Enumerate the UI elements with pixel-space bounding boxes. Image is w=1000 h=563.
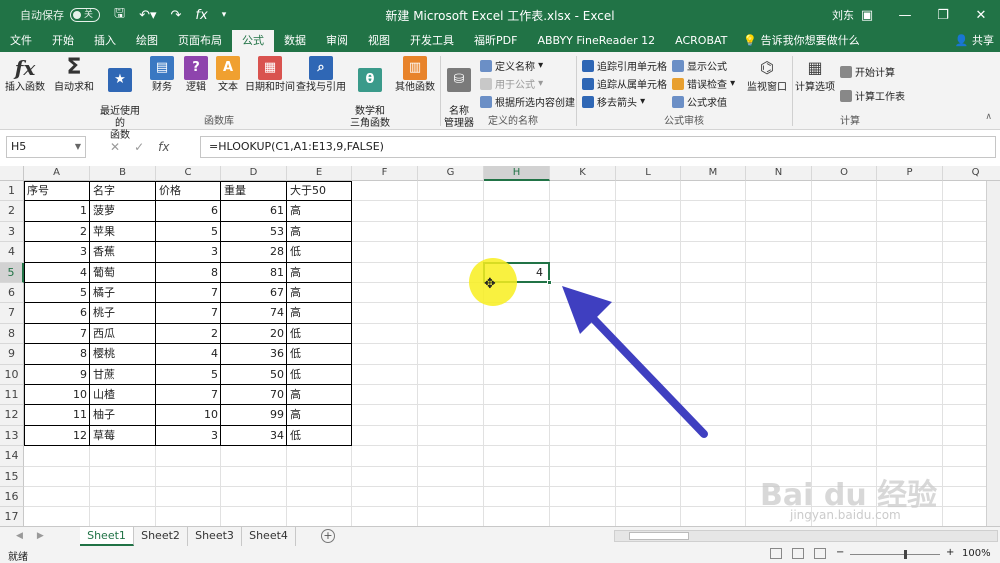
status-bar: 就绪 − + 100% — [0, 546, 1000, 563]
scroll-thumb[interactable] — [629, 532, 689, 540]
baidu-watermark-url: jingyan.baidu.com — [790, 508, 901, 522]
status-ready: 就绪 — [8, 552, 28, 563]
zoom-level[interactable]: 100% — [962, 548, 991, 559]
horizontal-scrollbar[interactable] — [614, 530, 998, 542]
sheet-nav[interactable]: ◀▶ — [16, 527, 58, 545]
page-break-view-icon[interactable] — [814, 548, 826, 559]
page-layout-view-icon[interactable] — [792, 548, 804, 559]
zoom-in-icon[interactable]: + — [946, 547, 954, 558]
sheet-tab[interactable]: Sheet4 — [242, 527, 296, 546]
add-sheet-button[interactable]: + — [321, 529, 335, 543]
normal-view-icon[interactable] — [770, 548, 782, 559]
sheet-tab[interactable]: Sheet2 — [134, 527, 188, 546]
sheet-tab-bar: ◀▶ Sheet1 Sheet2 Sheet3 Sheet4 + — [0, 526, 1000, 546]
zoom-slider[interactable] — [850, 554, 940, 555]
view-buttons — [770, 548, 826, 559]
arrow-shaft — [581, 306, 708, 438]
zoom-handle[interactable] — [904, 550, 907, 559]
zoom-out-icon[interactable]: − — [836, 547, 844, 558]
sheet-tab[interactable]: Sheet1 — [80, 527, 134, 546]
sheet-tab[interactable]: Sheet3 — [188, 527, 242, 546]
move-cursor-icon: ✥ — [484, 276, 496, 292]
